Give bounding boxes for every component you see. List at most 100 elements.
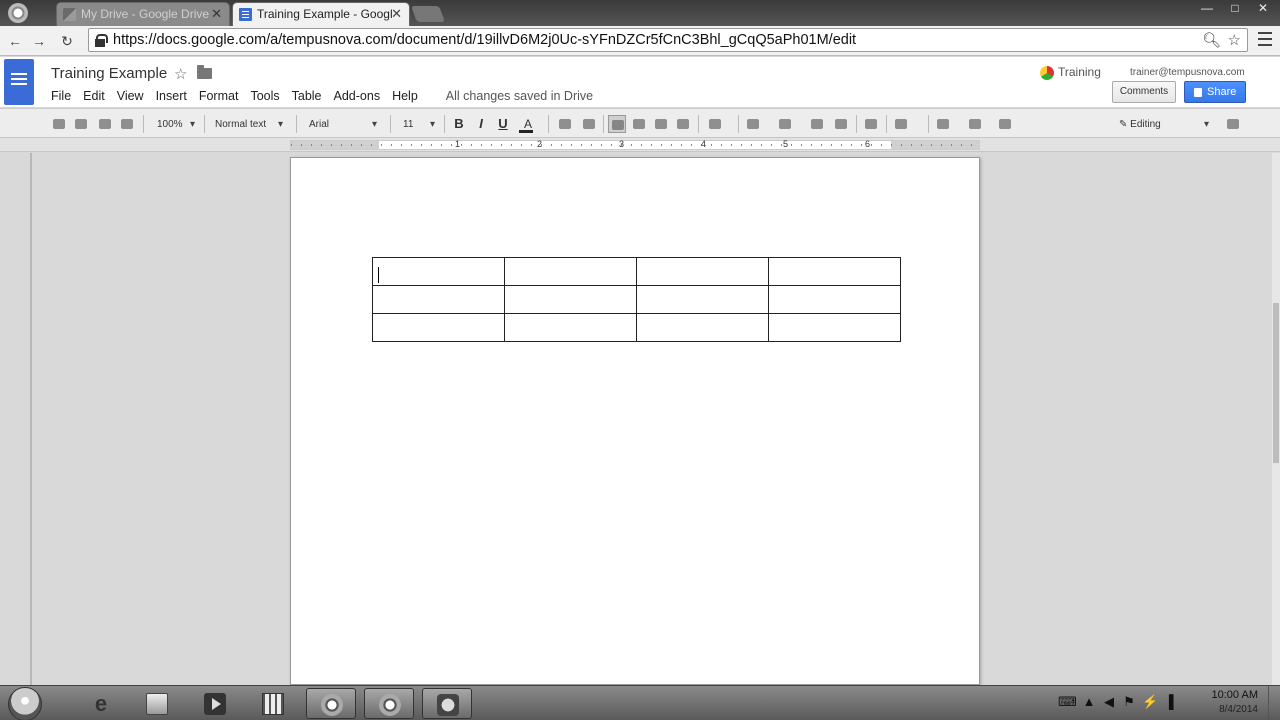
table-cell[interactable] [636,285,769,314]
minimize-button[interactable]: — [1194,0,1220,18]
menu-edit[interactable]: Edit [83,89,105,103]
keyboard-icon[interactable]: ⌨ [1058,695,1077,709]
document-table[interactable] [372,257,901,342]
border-width-icon[interactable] [966,115,992,133]
menu-file[interactable]: File [51,89,71,103]
menu-insert[interactable]: Insert [156,89,187,103]
table-cell[interactable] [372,313,505,342]
print-icon[interactable] [50,115,68,133]
table-cell[interactable] [768,257,901,286]
justify-icon[interactable] [674,115,692,133]
ruler[interactable]: 1 2 3 4 5 6 [0,138,1280,152]
align-right-icon[interactable] [652,115,670,133]
clock-date[interactable]: 8/4/2014 [1219,704,1258,715]
table-cell[interactable] [636,313,769,342]
ruler-track[interactable]: 1 2 3 4 5 6 [290,139,980,150]
url-text[interactable]: https://docs.google.com/a/tempusnova.com… [113,32,856,48]
menu-table[interactable]: Table [292,89,322,103]
taskbar-media-player[interactable] [190,688,240,719]
new-tab-button[interactable] [411,6,445,22]
table-border-icon[interactable] [892,115,920,133]
close-tab-icon[interactable]: ✕ [391,3,402,25]
document-title[interactable]: Training Example [51,65,167,82]
taskbar-internet-explorer[interactable]: e [76,688,126,719]
account-avatar[interactable] [1040,66,1054,80]
border-dash-icon[interactable] [996,115,1022,133]
taskbar-windows-explorer[interactable] [132,688,182,719]
folder-icon[interactable] [197,65,212,79]
style-dropdown[interactable]: Normal text [208,115,288,134]
menu-help[interactable]: Help [392,89,418,103]
table-cell[interactable] [768,313,901,342]
scroll-thumb[interactable] [1273,303,1279,463]
paint-format-icon[interactable] [118,115,136,133]
editing-mode-dropdown[interactable]: ✎ Editing [1110,115,1214,134]
align-left-icon[interactable] [608,115,626,133]
undo-icon[interactable] [72,115,90,133]
table-cell[interactable] [372,257,505,286]
menu-tools[interactable]: Tools [250,89,279,103]
maximize-button[interactable]: □ [1222,0,1248,18]
numbered-list-icon[interactable] [744,115,770,133]
back-arrow-icon[interactable]: ← [6,32,24,50]
bold-button[interactable]: B [450,115,468,133]
clock-time[interactable]: 10:00 AM [1212,689,1258,701]
menu-view[interactable]: View [117,89,144,103]
table-cell[interactable] [636,257,769,286]
font-size-dropdown[interactable]: 11 [396,115,440,134]
table-cell[interactable] [372,285,505,314]
line-spacing-icon[interactable] [706,115,732,133]
start-button[interactable] [8,687,42,720]
account-email[interactable]: trainer@tempusnova.com [1130,67,1245,78]
bookmark-star-icon[interactable]: ☆ [1228,31,1241,49]
increase-indent-icon[interactable] [832,115,850,133]
taskbar-calculator[interactable] [248,688,298,719]
save-status[interactable]: All changes saved in Drive [446,89,593,103]
border-color-icon[interactable] [934,115,962,133]
network-icon[interactable]: ▐ [1162,695,1176,709]
zoom-icon[interactable]: 🔍︎ [1202,31,1221,49]
menu-addons[interactable]: Add-ons [334,89,381,103]
table-cell[interactable] [504,313,637,342]
text-color-button[interactable]: A [516,115,540,133]
forward-arrow-icon[interactable]: → [30,32,48,50]
menu-format[interactable]: Format [199,89,239,103]
bulleted-list-icon[interactable] [776,115,802,133]
underline-button[interactable]: U [494,115,512,133]
tab-training-example[interactable]: Training Example - Googl ✕ [232,2,410,26]
taskbar-chrome[interactable] [306,688,356,719]
chrome-settings-menu-icon[interactable] [1258,32,1272,48]
document-page[interactable] [290,157,980,685]
volume-icon[interactable]: ◀ [1102,695,1116,709]
table-cell[interactable] [504,285,637,314]
chrome-menu-icon[interactable] [8,3,28,23]
collapse-toolbar-icon[interactable] [1224,115,1242,133]
taskbar-chrome-2[interactable] [364,688,414,719]
link-icon[interactable] [556,115,574,133]
redo-icon[interactable] [96,115,114,133]
star-icon[interactable]: ☆ [174,65,187,83]
comments-button[interactable]: Comments [1112,81,1176,103]
comment-icon[interactable] [580,115,598,133]
docs-home-icon[interactable] [4,59,34,105]
tab-my-drive[interactable]: My Drive - Google Drive ✕ [56,2,230,26]
font-dropdown[interactable]: Arial [302,115,382,134]
show-desktop-button[interactable] [1268,686,1280,720]
vertical-scrollbar[interactable] [1272,153,1280,685]
show-hidden-icons[interactable]: ▲ [1082,695,1096,709]
account-name[interactable]: Training [1058,65,1101,79]
clear-formatting-icon[interactable] [862,115,880,133]
share-button[interactable]: Share [1184,81,1246,103]
close-window-button[interactable]: ✕ [1250,0,1276,18]
italic-button[interactable]: I [472,115,490,133]
reload-icon[interactable]: ↻ [58,32,76,50]
action-center-flag-icon[interactable]: ⚑ [1122,695,1136,709]
table-cell[interactable] [504,257,637,286]
power-icon[interactable]: ⚡ [1142,695,1158,709]
taskbar-app[interactable] [422,688,472,719]
decrease-indent-icon[interactable] [808,115,826,133]
table-cell[interactable] [768,285,901,314]
address-bar[interactable]: https://docs.google.com/a/tempusnova.com… [88,28,1248,52]
zoom-dropdown[interactable]: 100% [150,115,200,134]
align-center-icon[interactable] [630,115,648,133]
